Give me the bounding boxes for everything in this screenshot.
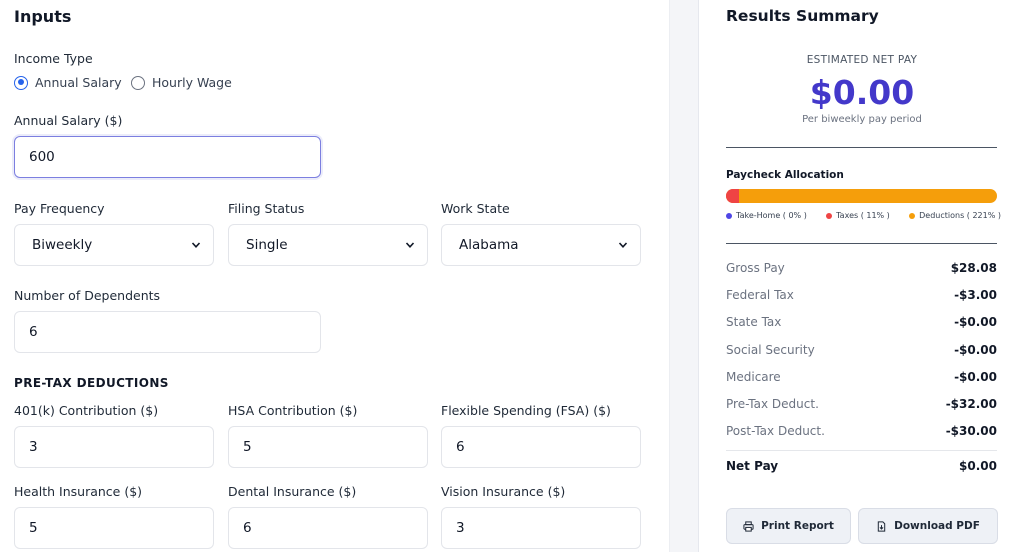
divider xyxy=(726,243,997,244)
row-value: -$32.00 xyxy=(945,397,997,411)
legend-dot xyxy=(909,212,916,219)
pretax-section-title: PRE-TAX DEDUCTIONS xyxy=(14,376,169,390)
estimated-net-pay-value: $0.00 xyxy=(809,73,915,112)
allocation-title: Paycheck Allocation xyxy=(726,169,844,181)
document-download-icon xyxy=(877,520,886,532)
summary-row-posttax-deduct: Post-Tax Deduct. -$30.00 xyxy=(726,424,997,438)
row-label: Medicare xyxy=(726,370,781,384)
results-panel: Results Summary ESTIMATED NET PAY $0.00 … xyxy=(698,0,1024,552)
health-insurance-value: 5 xyxy=(29,520,38,536)
dependents-value: 6 xyxy=(29,324,38,340)
radio-annual-salary-label: Annual Salary xyxy=(35,75,122,90)
legend-take-home-label: Take-Home ( 0% ) xyxy=(736,211,807,220)
allocation-bar-taxes xyxy=(726,189,739,203)
print-report-label: Print Report xyxy=(761,520,834,532)
annual-salary-value: 600 xyxy=(29,149,55,165)
chevron-down-icon xyxy=(405,242,415,248)
legend-take-home: Take-Home ( 0% ) xyxy=(726,211,807,220)
annual-salary-label: Annual Salary ($) xyxy=(14,113,123,128)
summary-row-social-security: Social Security -$0.00 xyxy=(726,343,997,357)
filing-status-select[interactable]: Single xyxy=(228,224,428,266)
radio-hourly-wage-label: Hourly Wage xyxy=(152,75,232,90)
summary-row-gross-pay: Gross Pay $28.08 xyxy=(726,261,997,275)
annual-salary-input[interactable]: 600 xyxy=(14,136,321,178)
income-type-label: Income Type xyxy=(14,51,93,66)
row-value: -$0.00 xyxy=(954,343,997,357)
health-insurance-input[interactable]: 5 xyxy=(14,507,214,549)
row-label: Pre-Tax Deduct. xyxy=(726,397,819,411)
fsa-label: Flexible Spending (FSA) ($) xyxy=(441,403,611,418)
chevron-down-icon xyxy=(191,242,201,248)
health-insurance-label: Health Insurance ($) xyxy=(14,484,143,499)
inputs-title: Inputs xyxy=(14,7,72,26)
row-value: -$0.00 xyxy=(954,315,997,329)
row-label: Net Pay xyxy=(726,459,779,473)
hsa-input[interactable]: 5 xyxy=(228,426,428,468)
dental-insurance-label: Dental Insurance ($) xyxy=(228,484,357,499)
row-label: Gross Pay xyxy=(726,261,785,275)
pay-period-note: Per biweekly pay period xyxy=(802,114,922,125)
fsa-value: 6 xyxy=(456,439,465,455)
row-value: -$30.00 xyxy=(945,424,997,438)
row-label: State Tax xyxy=(726,315,782,329)
vision-insurance-input[interactable]: 3 xyxy=(441,507,641,549)
k401-label: 401(k) Contribution ($) xyxy=(14,403,159,418)
chevron-down-icon xyxy=(618,242,628,248)
filing-status-value: Single xyxy=(246,237,288,253)
fsa-input[interactable]: 6 xyxy=(441,426,641,468)
summary-row-medicare: Medicare -$0.00 xyxy=(726,370,997,384)
k401-input[interactable]: 3 xyxy=(14,426,214,468)
inputs-panel: Inputs Income Type Annual Salary Hourly … xyxy=(0,0,670,552)
radio-selected-indicator[interactable] xyxy=(14,75,28,90)
results-title: Results Summary xyxy=(726,7,879,25)
row-value: -$0.00 xyxy=(954,370,997,384)
divider xyxy=(726,450,997,451)
filing-status-label: Filing Status xyxy=(228,201,305,216)
work-state-select[interactable]: Alabama xyxy=(441,224,641,266)
row-value: -$3.00 xyxy=(954,288,997,302)
legend-taxes: Taxes ( 11% ) xyxy=(826,211,890,220)
download-pdf-button[interactable]: Download PDF xyxy=(858,508,998,544)
row-label: Social Security xyxy=(726,343,815,357)
estimated-net-pay-label: ESTIMATED NET PAY xyxy=(806,54,918,66)
row-value: $0.00 xyxy=(959,459,997,473)
panel-gutter xyxy=(670,0,698,552)
summary-row-net-pay: Net Pay $0.00 xyxy=(726,459,997,473)
pay-frequency-label: Pay Frequency xyxy=(14,201,105,216)
dental-insurance-value: 6 xyxy=(243,520,252,536)
summary-row-federal-tax: Federal Tax -$3.00 xyxy=(726,288,997,302)
printer-icon xyxy=(743,520,754,532)
legend-deductions: Deductions ( 221% ) xyxy=(909,211,1001,220)
vision-insurance-value: 3 xyxy=(456,520,465,536)
print-report-button[interactable]: Print Report xyxy=(726,508,851,544)
hsa-label: HSA Contribution ($) xyxy=(228,403,358,418)
row-label: Federal Tax xyxy=(726,288,794,302)
pay-frequency-select[interactable]: Biweekly xyxy=(14,224,214,266)
k401-value: 3 xyxy=(29,439,38,455)
allocation-legend: Take-Home ( 0% ) Taxes ( 11% ) Deduction… xyxy=(726,211,1001,220)
divider xyxy=(726,147,997,148)
legend-dot xyxy=(726,212,732,219)
work-state-label: Work State xyxy=(441,201,510,216)
dependents-input[interactable]: 6 xyxy=(14,311,321,353)
dental-insurance-input[interactable]: 6 xyxy=(228,507,428,549)
legend-dot xyxy=(826,212,833,219)
vision-insurance-label: Vision Insurance ($) xyxy=(441,484,566,499)
pay-frequency-value: Biweekly xyxy=(32,237,93,253)
work-state-value: Alabama xyxy=(459,237,519,253)
legend-deductions-label: Deductions ( 221% ) xyxy=(919,211,1001,220)
summary-row-state-tax: State Tax -$0.00 xyxy=(726,315,997,329)
dependents-label: Number of Dependents xyxy=(14,288,161,303)
download-pdf-label: Download PDF xyxy=(894,520,980,532)
allocation-bar xyxy=(726,189,997,203)
summary-row-pretax-deduct: Pre-Tax Deduct. -$32.00 xyxy=(726,397,997,411)
row-value: $28.08 xyxy=(950,261,997,275)
radio-annual-salary[interactable]: Annual Salary xyxy=(14,75,122,90)
radio-hourly-wage[interactable]: Hourly Wage xyxy=(131,75,232,90)
row-label: Post-Tax Deduct. xyxy=(726,424,825,438)
legend-taxes-label: Taxes ( 11% ) xyxy=(836,211,890,220)
radio-unselected-indicator[interactable] xyxy=(131,75,145,90)
hsa-value: 5 xyxy=(243,439,252,455)
